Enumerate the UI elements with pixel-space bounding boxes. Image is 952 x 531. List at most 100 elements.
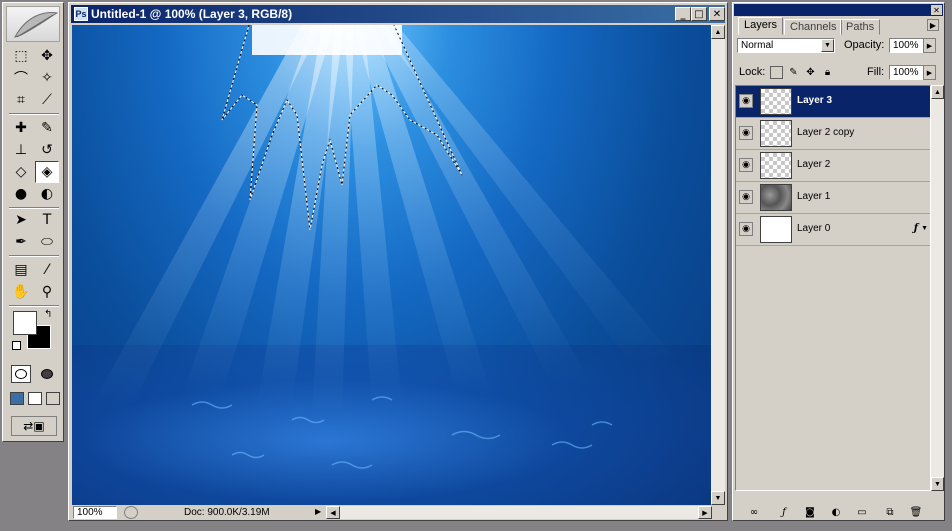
zoom-level-field[interactable]: 100%: [73, 506, 117, 519]
vertical-scrollbar[interactable]: ▲ ▼: [711, 25, 725, 505]
default-colors-icon[interactable]: [12, 341, 21, 350]
palette-button-bar: ∞ ƒ ◙ ◐ ▭ ⧉ 🗑︎: [735, 505, 943, 519]
lock-label: Lock:: [739, 66, 766, 78]
lock-transparency-icon[interactable]: [770, 66, 783, 79]
new-fill-adjustment-layer-icon[interactable]: ◐: [827, 505, 845, 519]
toolbox: ⬚ ✥ ⌒ ✧ ⌗ ⟋ ✚ ✎ ⊥ ↺ ◇ ◈ ● ◐ ➤ T ✒ ⬭ ▤ ⁄ …: [2, 2, 64, 442]
add-layer-mask-icon[interactable]: ◙: [801, 505, 819, 519]
visibility-eye-icon[interactable]: ◉: [739, 158, 753, 172]
layer-row-layer-2[interactable]: ◉ Layer 2: [736, 150, 930, 182]
fill-value: 100%: [893, 67, 919, 78]
notes-tool-icon[interactable]: ▤: [9, 259, 33, 281]
add-layer-style-icon[interactable]: ƒ: [775, 505, 793, 519]
clone-stamp-tool-icon[interactable]: ⊥: [9, 139, 33, 161]
maximize-button[interactable]: □: [691, 7, 707, 21]
jump-to-imageready-icon[interactable]: ⇄▣: [11, 416, 57, 436]
zoom-tool-icon[interactable]: ⚲: [35, 281, 59, 303]
marquee-tool-icon[interactable]: ⬚: [9, 45, 33, 67]
lock-position-icon[interactable]: ✥: [804, 66, 817, 79]
lock-all-icon[interactable]: 🔒︎: [821, 66, 834, 79]
layer-name: Layer 2 copy: [797, 127, 855, 138]
history-brush-tool-icon[interactable]: ↺: [35, 139, 59, 161]
visibility-eye-icon[interactable]: ◉: [739, 126, 753, 140]
path-selection-tool-icon[interactable]: ➤: [9, 209, 33, 231]
delete-layer-icon[interactable]: 🗑︎: [907, 505, 925, 519]
visibility-eye-icon[interactable]: ◉: [739, 190, 753, 204]
layer-list-scrollbar[interactable]: ▲ ▼: [931, 85, 944, 491]
pen-tool-icon[interactable]: ✒: [9, 231, 33, 253]
layer-row-layer-3[interactable]: ◉ Layer 3: [736, 86, 930, 118]
horizontal-scrollbar[interactable]: ◀ ▶: [326, 506, 712, 519]
layer-thumbnail: [760, 152, 792, 179]
chevron-down-icon[interactable]: ▼: [821, 39, 834, 52]
minimize-button[interactable]: _: [675, 7, 691, 21]
standard-screen-mode-icon[interactable]: [10, 392, 24, 405]
layer-thumbnail: [760, 88, 792, 115]
lock-paint-icon[interactable]: ✎: [787, 66, 800, 79]
foreground-color-swatch[interactable]: [13, 311, 37, 335]
scroll-down-arrow-icon[interactable]: ▼: [711, 491, 725, 505]
palette-tabs: Layers Channels Paths ▶: [734, 17, 943, 35]
scroll-left-arrow-icon[interactable]: ◀: [326, 506, 340, 519]
blend-mode-select[interactable]: Normal ▼: [737, 38, 835, 53]
scroll-up-arrow-icon[interactable]: ▲: [931, 85, 944, 99]
slice-tool-icon[interactable]: ⟋: [35, 89, 59, 111]
swap-colors-icon[interactable]: ↰: [44, 309, 52, 320]
opacity-slider-arrow-icon[interactable]: ▶: [923, 38, 936, 53]
lasso-tool-icon[interactable]: ⌒: [9, 67, 33, 89]
layer-name: Layer 2: [797, 159, 831, 170]
document-title-bar[interactable]: Ps Untitled-1 @ 100% (Layer 3, RGB/8) _ …: [71, 5, 725, 23]
brush-tool-icon[interactable]: ✎: [35, 117, 59, 139]
full-screen-mode-icon[interactable]: [46, 392, 60, 405]
hand-tool-icon[interactable]: ✋: [9, 281, 33, 303]
tab-channels[interactable]: Channels: [784, 19, 843, 35]
standard-mode-icon[interactable]: [11, 365, 31, 383]
layer-row-layer-0[interactable]: ◉ Layer 0 ƒ ▼: [736, 214, 930, 246]
tab-paths[interactable]: Paths: [840, 19, 881, 35]
tab-layers[interactable]: Layers: [738, 17, 784, 35]
blend-mode-value: Normal: [741, 40, 774, 51]
zoom-preview-icon[interactable]: [124, 506, 138, 519]
visibility-eye-icon[interactable]: ◉: [739, 94, 753, 108]
document-icon: Ps: [74, 7, 88, 21]
palette-title-bar[interactable]: ✕: [734, 4, 943, 16]
photoshop-feather-logo[interactable]: [6, 6, 60, 42]
scroll-right-arrow-icon[interactable]: ▶: [698, 506, 712, 519]
toolbox-separator: [9, 113, 59, 115]
magic-wand-tool-icon[interactable]: ✧: [35, 67, 59, 89]
layer-thumbnail: [760, 216, 792, 243]
new-layer-icon[interactable]: ⧉: [881, 505, 899, 519]
toolbox-separator: [9, 255, 59, 257]
eyedropper-tool-icon[interactable]: ⁄: [35, 259, 59, 281]
layer-row-layer-1[interactable]: ◉ Layer 1: [736, 182, 930, 214]
dodge-tool-icon[interactable]: ◐: [35, 183, 59, 205]
palette-menu-button[interactable]: ▶: [927, 19, 939, 31]
image-canvas[interactable]: [72, 25, 711, 505]
blur-tool-icon[interactable]: ●: [9, 183, 33, 205]
expand-effects-arrow-icon[interactable]: ▼: [921, 225, 928, 232]
eraser-tool-icon[interactable]: ◇: [9, 161, 33, 183]
layer-row-layer-2-copy[interactable]: ◉ Layer 2 copy: [736, 118, 930, 150]
visibility-eye-icon[interactable]: ◉: [739, 222, 753, 236]
paint-bucket-tool-icon[interactable]: ◈: [35, 161, 59, 183]
layers-palette: ✕ Layers Channels Paths ▶ Normal ▼ Opaci…: [732, 2, 945, 521]
palette-close-button[interactable]: ✕: [931, 5, 942, 15]
full-screen-menu-mode-icon[interactable]: [28, 392, 42, 405]
toolbox-separator: [9, 305, 59, 307]
scroll-up-arrow-icon[interactable]: ▲: [711, 25, 725, 39]
link-layers-icon[interactable]: ∞: [745, 505, 763, 519]
opacity-value: 100%: [893, 40, 919, 51]
document-title: Untitled-1 @ 100% (Layer 3, RGB/8): [91, 7, 293, 21]
quick-mask-mode-icon[interactable]: [37, 365, 57, 383]
move-tool-icon[interactable]: ✥: [35, 45, 59, 67]
type-tool-icon[interactable]: T: [35, 209, 59, 231]
crop-tool-icon[interactable]: ⌗: [9, 89, 33, 111]
close-button[interactable]: ✕: [709, 7, 725, 21]
status-menu-arrow-icon[interactable]: ▶: [315, 507, 321, 516]
new-layer-set-icon[interactable]: ▭: [853, 505, 871, 519]
shape-tool-icon[interactable]: ⬭: [35, 231, 59, 253]
layer-effects-icon[interactable]: ƒ: [914, 223, 918, 234]
healing-brush-tool-icon[interactable]: ✚: [9, 117, 33, 139]
fill-slider-arrow-icon[interactable]: ▶: [923, 65, 936, 80]
scroll-down-arrow-icon[interactable]: ▼: [931, 477, 944, 491]
